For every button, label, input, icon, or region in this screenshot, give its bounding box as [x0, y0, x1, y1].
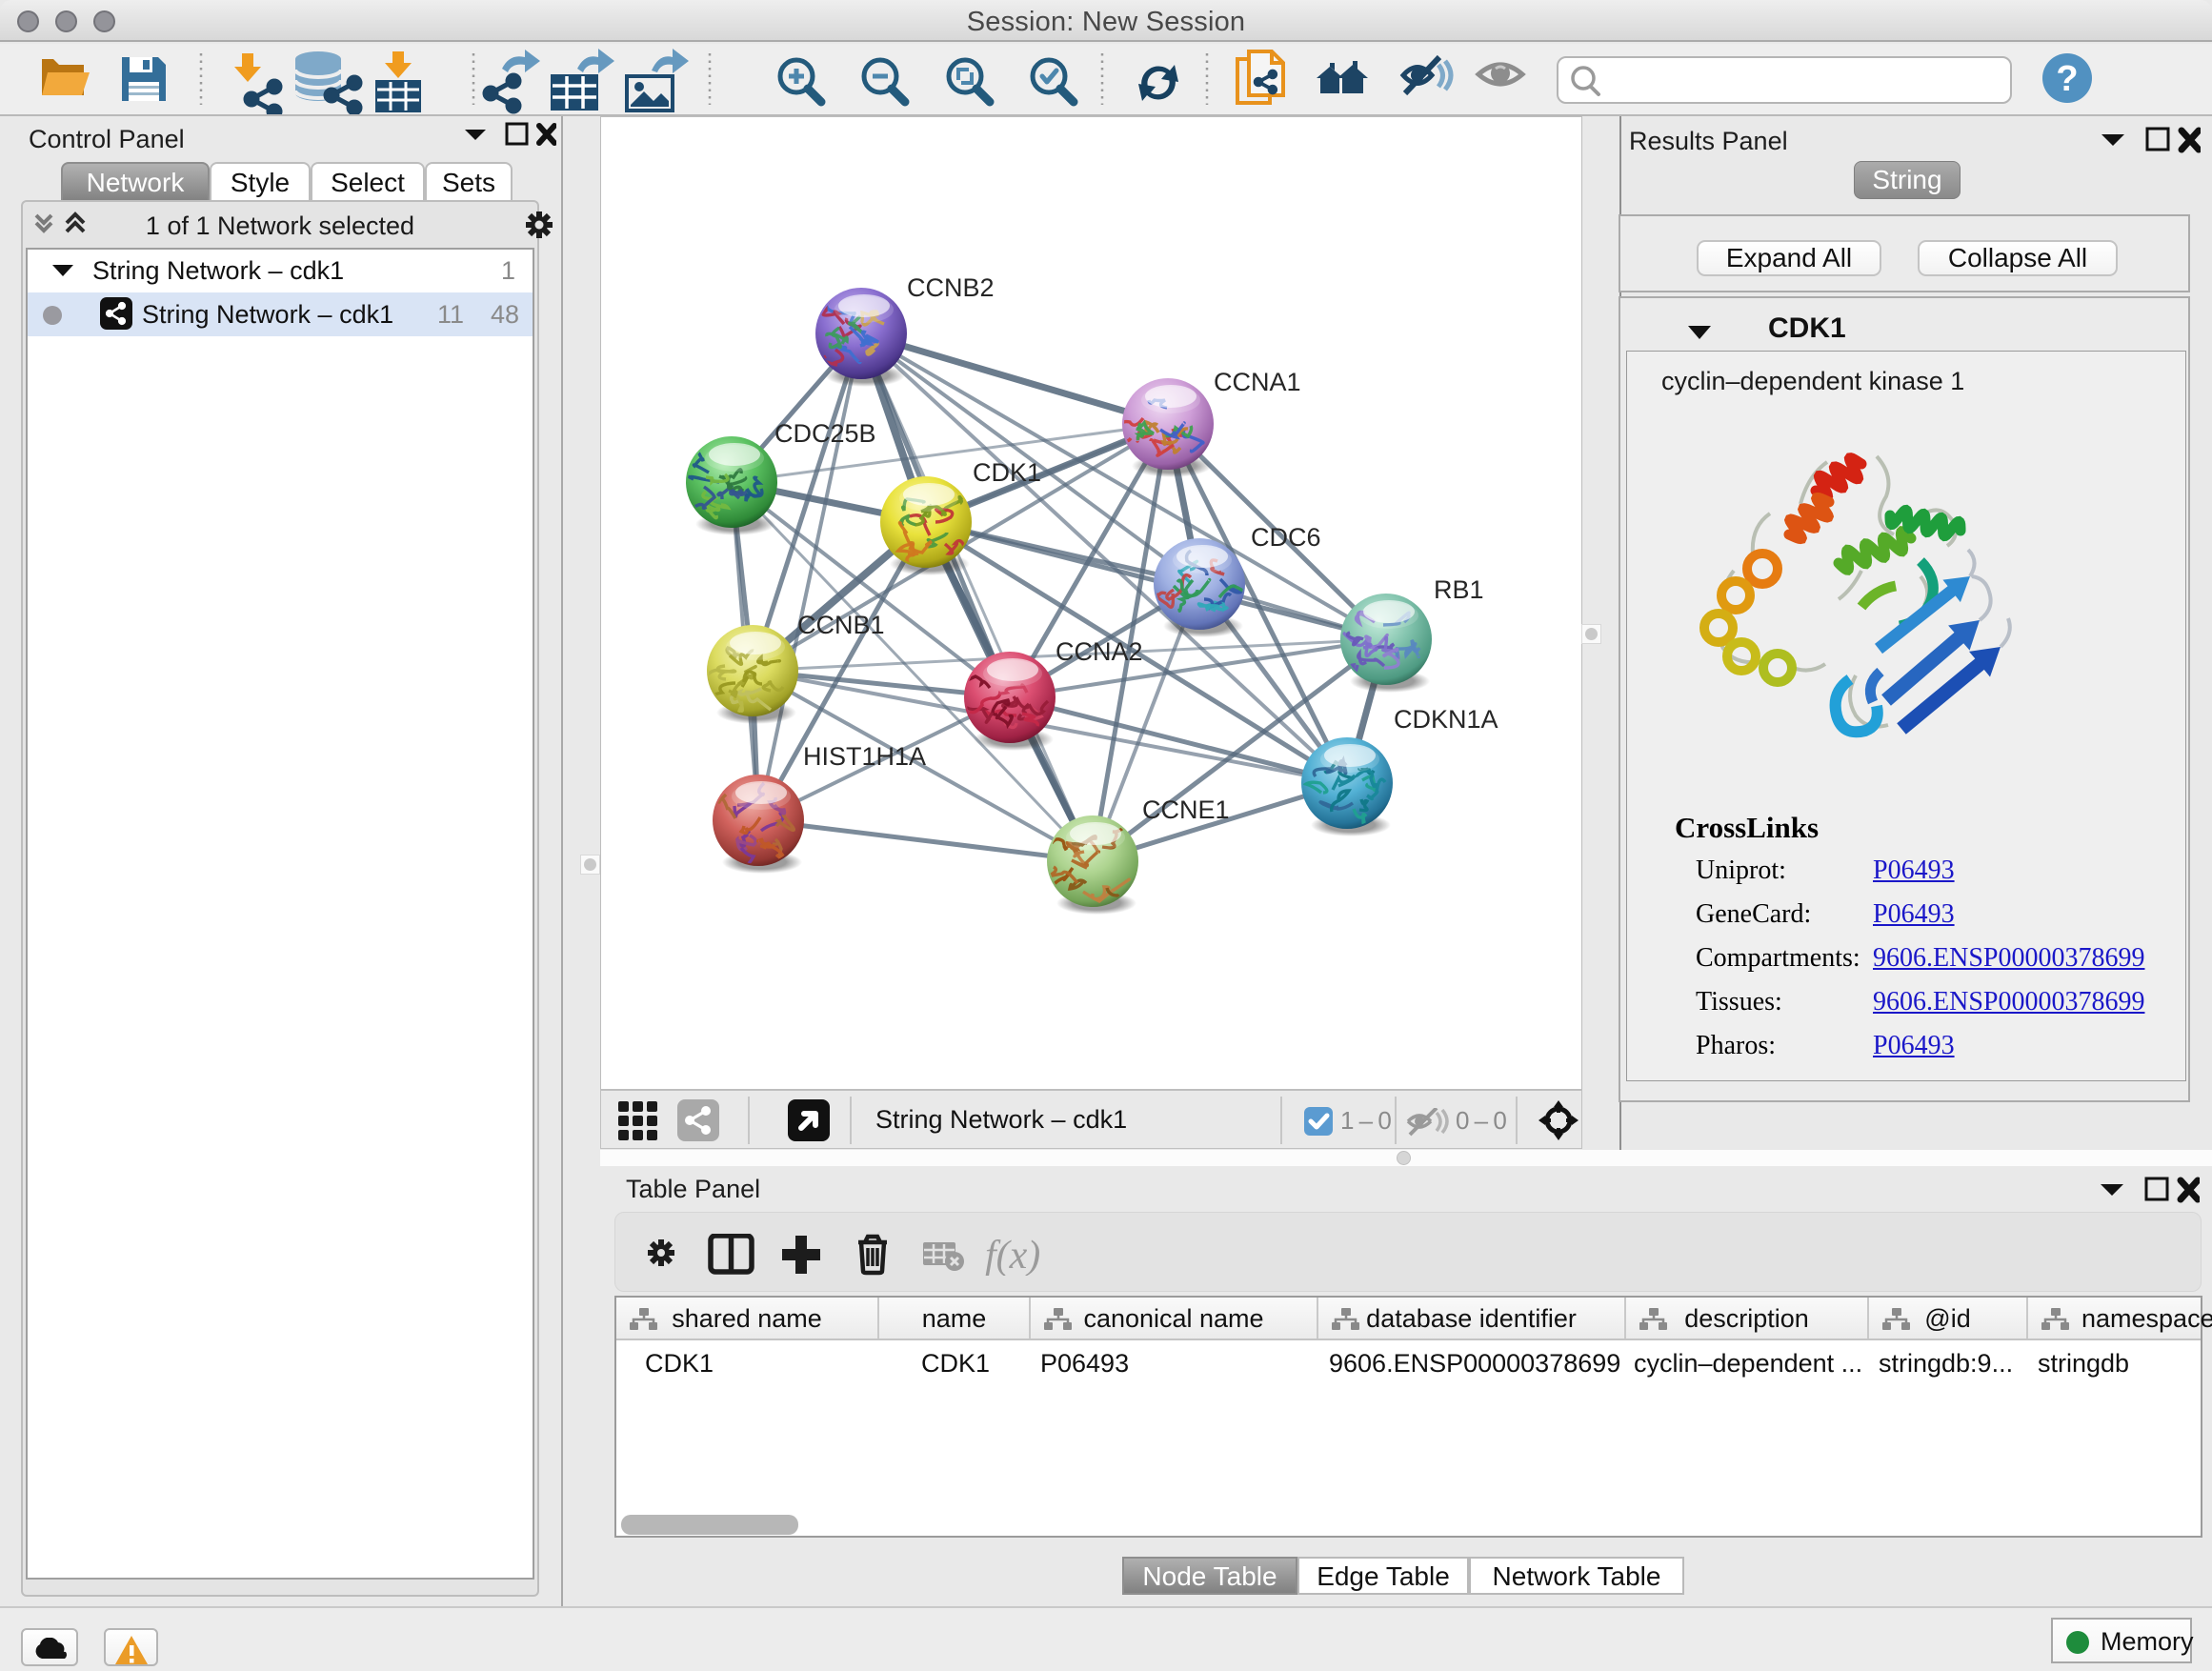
svg-text:CCNA2: CCNA2	[1056, 637, 1143, 666]
svg-text:CCNB1: CCNB1	[797, 611, 885, 639]
svg-text:CDC25B: CDC25B	[774, 419, 876, 448]
svg-text:?: ?	[2056, 59, 2078, 99]
svg-text:CCNB2: CCNB2	[907, 273, 995, 302]
svg-text:CDKN1A: CDKN1A	[1394, 705, 1498, 734]
svg-text:f(x): f(x)	[985, 1234, 1040, 1276]
svg-text:CDC6: CDC6	[1251, 523, 1321, 552]
svg-text:RB1: RB1	[1434, 575, 1484, 604]
svg-text:CDK1: CDK1	[973, 458, 1041, 487]
svg-text:CCNA1: CCNA1	[1214, 368, 1301, 396]
svg-text:HIST1H1A: HIST1H1A	[803, 742, 926, 771]
svg-text:CCNE1: CCNE1	[1142, 795, 1230, 824]
